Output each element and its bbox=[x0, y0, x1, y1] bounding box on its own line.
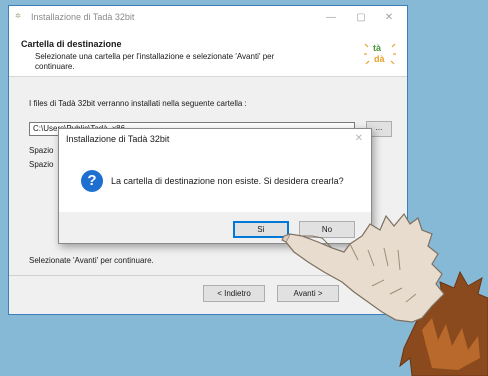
back-button[interactable]: < Indietro bbox=[203, 285, 265, 302]
maximize-icon[interactable]: ▢ bbox=[347, 9, 375, 27]
tada-app-icon: ✲ bbox=[15, 13, 21, 20]
title-bar: ✲ Installazione di Tadà 32bit — ▢ ✕ bbox=[9, 6, 407, 30]
dialog-message: La cartella di destinazione non esiste. … bbox=[111, 176, 344, 186]
svg-text:tà: tà bbox=[373, 43, 382, 53]
question-icon: ? bbox=[81, 170, 103, 192]
footer-hint: Selezionate 'Avanti' per continuare. bbox=[29, 256, 154, 265]
page-title: Cartella di destinazione bbox=[21, 39, 122, 49]
install-info-text: I files di Tadà 32bit verranno installat… bbox=[29, 99, 247, 108]
dialog-title: Installazione di Tadà 32bit bbox=[66, 134, 170, 144]
minimize-icon[interactable]: — bbox=[317, 9, 345, 27]
page-subtitle: Selezionate una cartella per l'installaz… bbox=[35, 52, 275, 71]
close-icon[interactable]: ✕ bbox=[375, 9, 403, 27]
svg-text:dà: dà bbox=[374, 54, 385, 64]
wizard-header: Cartella di destinazione Selezionate una… bbox=[9, 30, 407, 77]
space-required-label: Spazio bbox=[29, 146, 54, 155]
tada-logo: tà dà bbox=[364, 43, 396, 65]
pointing-hand-illustration bbox=[281, 212, 488, 376]
space-available-label: Spazio bbox=[29, 160, 54, 169]
dialog-close-icon[interactable]: ✕ bbox=[355, 133, 363, 144]
window-title: Installazione di Tadà 32bit bbox=[31, 12, 135, 22]
